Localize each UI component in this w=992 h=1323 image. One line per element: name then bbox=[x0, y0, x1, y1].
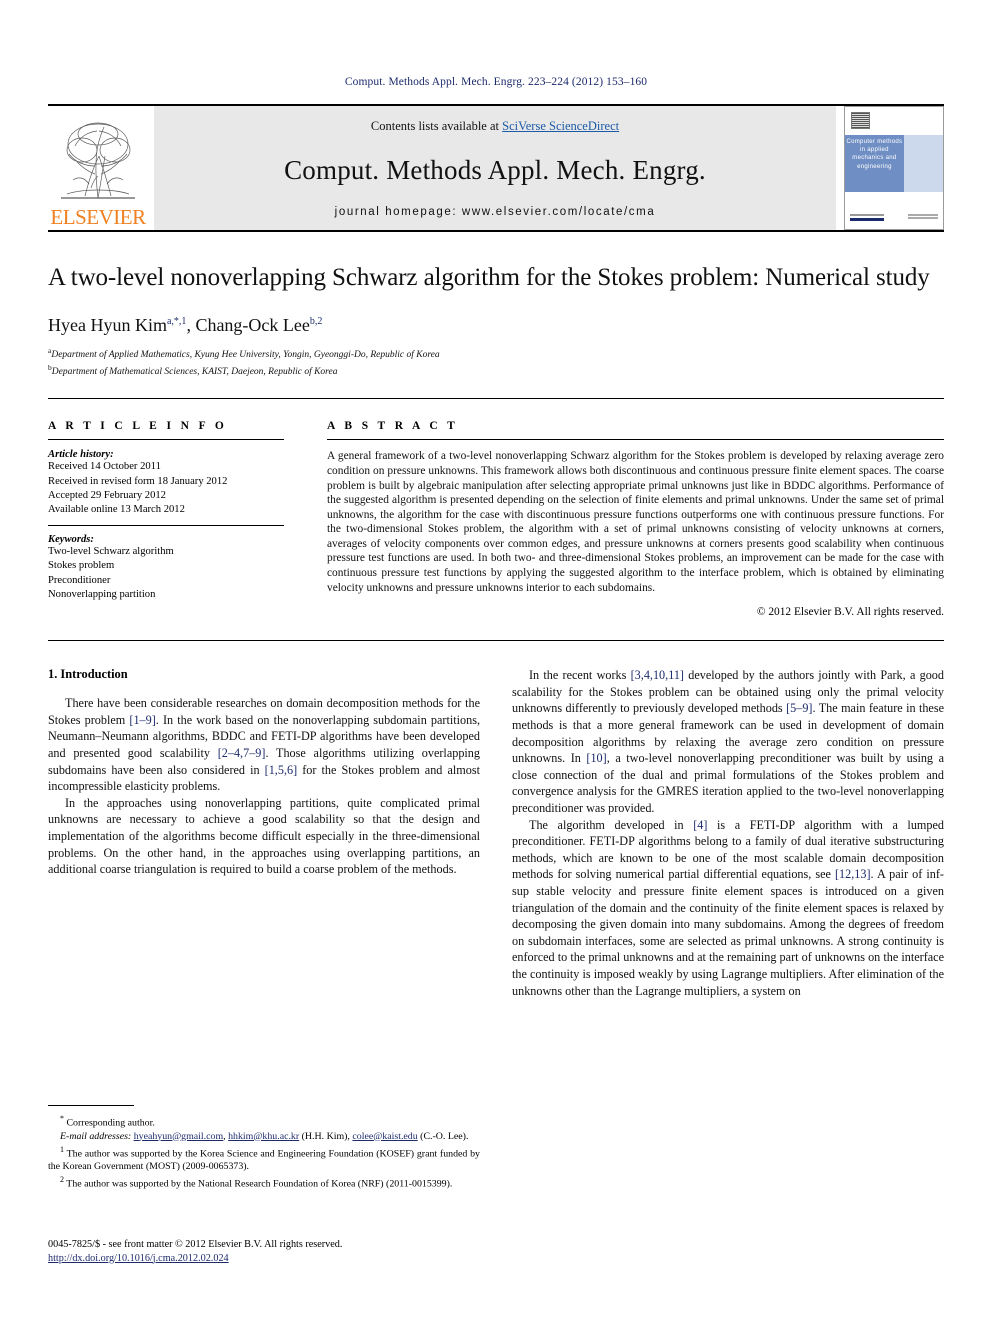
issn-line: 0045-7825/$ - see front matter © 2012 El… bbox=[48, 1239, 343, 1250]
body-columns: 1. Introduction There have been consider… bbox=[48, 667, 944, 999]
keyword-item: Stokes problem bbox=[48, 560, 115, 572]
running-head: Comput. Methods Appl. Mech. Engrg. 223–2… bbox=[344, 76, 648, 88]
journal-title: Comput. Methods Appl. Mech. Engrg. bbox=[284, 154, 706, 185]
journal-cover-thumbnail: Computer methods in applied mechanics an… bbox=[844, 106, 944, 230]
keywords-block: Keywords: Two-level Schwarz algorithm St… bbox=[48, 525, 284, 602]
footnote-marker-2: 2 bbox=[60, 1175, 64, 1185]
citation-ref[interactable]: [1,5,6] bbox=[265, 763, 298, 777]
contents-prefix: Contents lists available at bbox=[370, 119, 503, 133]
info-abstract-region: A R T I C L E I N F O Article history: R… bbox=[48, 398, 944, 618]
affiliation-a: aDepartment of Applied Mathematics, Kyun… bbox=[48, 345, 944, 362]
cover-accent-panel bbox=[903, 135, 943, 192]
footnote-emails: E-mail addresses: hyeahyun@gmail.com, hh… bbox=[48, 1130, 480, 1143]
affiliations: aDepartment of Applied Mathematics, Kyun… bbox=[48, 345, 944, 378]
contents-available-line: Contents lists available at SciVerse Sci… bbox=[371, 119, 619, 134]
footnote-1: 1 The author was supported by the Korea … bbox=[48, 1143, 480, 1174]
footnote-rule bbox=[48, 1105, 134, 1106]
paragraph: There have been considerable researches … bbox=[48, 695, 480, 795]
email-link-3[interactable]: colee@kaist.edu bbox=[352, 1131, 417, 1142]
doi-link[interactable]: http://dx.doi.org/10.1016/j.cma.2012.02.… bbox=[48, 1253, 229, 1264]
issn-copyright-block: 0045-7825/$ - see front matter © 2012 El… bbox=[48, 1238, 480, 1265]
paragraph: The algorithm developed in [4] is a FETI… bbox=[512, 817, 944, 1000]
author-1-marks: a,*,1 bbox=[166, 316, 187, 327]
footnote-text: The author was supported by the Korea Sc… bbox=[48, 1148, 480, 1173]
footnote-text: Corresponding author. bbox=[66, 1117, 155, 1129]
cover-footer-left bbox=[850, 214, 884, 222]
footnotes-block: * Corresponding author. E-mail addresses… bbox=[48, 1105, 480, 1191]
body-left-column: 1. Introduction There have been consider… bbox=[48, 667, 480, 999]
article-info-column: A R T I C L E I N F O Article history: R… bbox=[48, 420, 306, 618]
citation-ref[interactable]: [1–9] bbox=[129, 713, 155, 727]
footnote-corresponding: * Corresponding author. bbox=[48, 1112, 480, 1130]
elsevier-logo: ELSEVIER bbox=[48, 106, 148, 230]
cover-footer-right bbox=[908, 214, 938, 220]
history-item: Received in revised form 18 January 2012 bbox=[48, 475, 228, 487]
author-2: , Chang-Ock Lee bbox=[186, 315, 310, 335]
header-bottom-rule bbox=[48, 230, 944, 232]
article-info-label: A R T I C L E I N F O bbox=[48, 420, 228, 433]
citation-ref[interactable]: [3,4,10,11] bbox=[631, 668, 684, 682]
email-link-2[interactable]: hhkim@khu.ac.kr bbox=[228, 1131, 299, 1142]
affiliation-b-text: Department of Mathematical Sciences, KAI… bbox=[51, 366, 338, 377]
para-text: . A pair of inf-sup stable velocity and … bbox=[512, 867, 944, 998]
footnote-text: The author was supported by the National… bbox=[66, 1178, 453, 1190]
sciencedirect-link[interactable]: SciVerse ScienceDirect bbox=[502, 119, 619, 133]
journal-band: Contents lists available at SciVerse Sci… bbox=[154, 106, 836, 230]
email-owner-1: (H.H. Kim), bbox=[299, 1130, 353, 1142]
para-text: The algorithm developed in bbox=[529, 817, 694, 832]
article-history-label: Article history: bbox=[48, 449, 114, 461]
footnote-marker-1: 1 bbox=[60, 1144, 64, 1154]
abstract-label: A B S T R A C T bbox=[327, 420, 459, 433]
citation-ref[interactable]: [10] bbox=[586, 751, 606, 765]
email-link-1[interactable]: hyeahyun@gmail.com bbox=[134, 1131, 223, 1142]
citation-ref[interactable]: [5–9] bbox=[786, 701, 812, 715]
footnote-marker-star: * bbox=[60, 1114, 64, 1123]
body-right-column: In the recent works [3,4,10,11] develope… bbox=[512, 667, 944, 999]
author-2-marks: b,2 bbox=[309, 316, 323, 327]
email-owner-2: (C.-O. Lee). bbox=[417, 1130, 469, 1142]
para-text: In the recent works bbox=[529, 668, 631, 683]
abstract-bottom-rule bbox=[48, 640, 944, 642]
article-info-rule bbox=[48, 439, 284, 441]
paragraph: In the approaches using nonoverlapping p… bbox=[48, 795, 480, 877]
cover-barcode-icon bbox=[851, 112, 870, 129]
history-item: Available online 13 March 2012 bbox=[48, 503, 185, 515]
journal-header: ELSEVIER Contents lists available at Sci… bbox=[48, 104, 944, 230]
keyword-item: Two-level Schwarz algorithm bbox=[48, 546, 174, 558]
footnote-2: 2 The author was supported by the Nation… bbox=[48, 1173, 480, 1191]
abstract-text: A general framework of a two-level nonov… bbox=[327, 450, 944, 594]
abstract-rule bbox=[327, 439, 944, 441]
affiliation-b: bDepartment of Mathematical Sciences, KA… bbox=[48, 362, 944, 379]
keyword-item: Nonoverlapping partition bbox=[48, 588, 156, 600]
page-title: A two-level nonoverlapping Schwarz algor… bbox=[48, 264, 930, 291]
keywords-label: Keywords: bbox=[48, 534, 94, 546]
history-item: Received 14 October 2011 bbox=[48, 461, 161, 473]
abstract-column: A B S T R A C T A general framework of a… bbox=[306, 420, 944, 618]
journal-homepage[interactable]: journal homepage: www.elsevier.com/locat… bbox=[335, 206, 656, 218]
author-list: Hyea Hyun Kima,*,1, Chang-Ock Leeb,2 bbox=[48, 315, 944, 336]
section-heading-introduction: 1. Introduction bbox=[48, 667, 128, 682]
cover-title-text: Computer methods in applied mechanics an… bbox=[845, 135, 904, 192]
elsevier-tree-icon bbox=[61, 122, 135, 199]
citation-ref[interactable]: [2–4,7–9] bbox=[218, 746, 266, 760]
paragraph: In the recent works [3,4,10,11] develope… bbox=[512, 667, 944, 816]
keywords-list: Two-level Schwarz algorithm Stokes probl… bbox=[48, 545, 284, 602]
keyword-item: Preconditioner bbox=[48, 574, 111, 586]
elsevier-wordmark: ELSEVIER bbox=[50, 205, 146, 229]
abstract-copyright: © 2012 Elsevier B.V. All rights reserved… bbox=[756, 606, 944, 619]
affiliation-a-text: Department of Applied Mathematics, Kyung… bbox=[51, 350, 440, 361]
author-1: Hyea Hyun Kim bbox=[48, 315, 167, 335]
article-history-list: Received 14 October 2011 Received in rev… bbox=[48, 460, 284, 517]
paper-page: Comput. Methods Appl. Mech. Engrg. 223–2… bbox=[0, 0, 992, 1323]
citation-ref[interactable]: [4] bbox=[693, 818, 707, 832]
history-item: Accepted 29 February 2012 bbox=[48, 489, 166, 501]
email-label: E-mail addresses: bbox=[60, 1130, 132, 1142]
citation-ref[interactable]: [12,13] bbox=[835, 867, 871, 881]
